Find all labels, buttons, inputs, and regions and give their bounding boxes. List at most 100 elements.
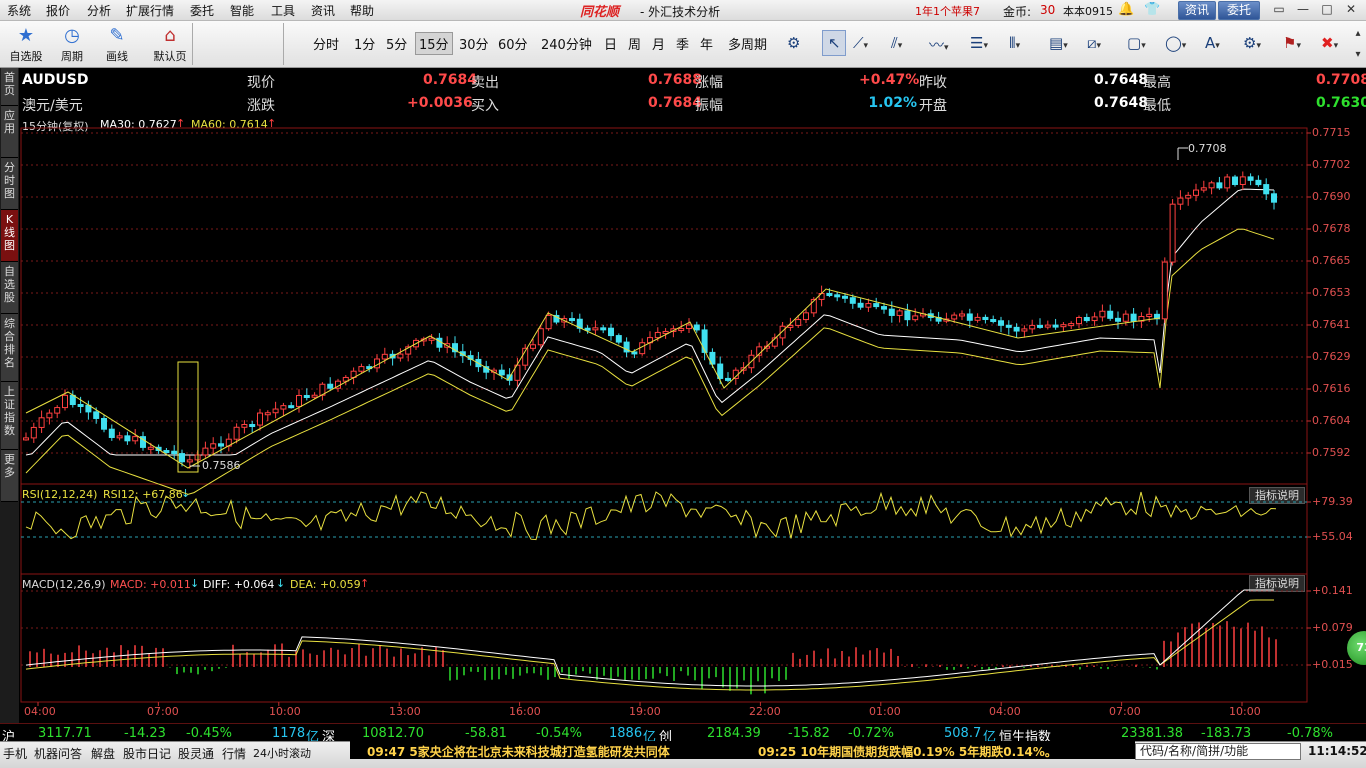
- candle-body: [569, 318, 575, 322]
- cy-index[interactable]: 2184.39: [707, 726, 761, 741]
- candle-body: [296, 394, 302, 407]
- candle-body: [1216, 182, 1223, 189]
- cy-amount: 508.7: [944, 726, 982, 741]
- candle-body: [1005, 324, 1012, 328]
- news-item[interactable]: 09:25 10年期国债期货跌幅0.19% 5年期跌0.14%。: [758, 743, 1057, 760]
- candle-body: [202, 447, 209, 456]
- candle-body: [608, 327, 614, 337]
- status-market[interactable]: 行情: [222, 745, 246, 762]
- news-item[interactable]: 09:47 5家央企将在北京未来科技城打造氢能研发共同体: [367, 743, 670, 760]
- news-scroller[interactable]: 09:47 5家央企将在北京未来科技城打造氢能研发共同体 09:25 10年期国…: [350, 741, 1135, 759]
- kline-chart[interactable]: [0, 0, 1366, 723]
- candle-body: [1122, 313, 1129, 322]
- candle-body: [600, 327, 607, 331]
- price-axis-tick: 0.7604: [1312, 414, 1351, 427]
- sh-change: -14.23: [124, 726, 166, 741]
- candle-body: [857, 302, 864, 308]
- sz-amount: 1886: [609, 726, 643, 741]
- search-input[interactable]: 代码/名称/简拼/功能: [1135, 743, 1301, 760]
- status-stock-link[interactable]: 股灵通: [178, 745, 214, 762]
- hs-index[interactable]: 23381.38: [1121, 726, 1183, 741]
- candle-body: [530, 344, 536, 349]
- status-24h-news[interactable]: 24小时滚动: [253, 745, 311, 761]
- candle-body: [779, 325, 786, 339]
- candle-body: [288, 405, 295, 409]
- candle-body: [1107, 310, 1114, 319]
- status-commentary[interactable]: 解盘: [91, 745, 115, 762]
- time-axis-tick: 04:00: [24, 705, 56, 718]
- candle-body: [38, 417, 45, 428]
- low-marker-label: 0.7586: [202, 459, 241, 472]
- time-axis-tick: 10:00: [1229, 705, 1261, 718]
- candle-body: [1021, 328, 1028, 332]
- time-axis-tick: 01:00: [869, 705, 901, 718]
- sz-pct: -0.54%: [536, 726, 582, 741]
- candle-body: [654, 331, 661, 339]
- candle-body: [842, 295, 848, 299]
- sz-index[interactable]: 10812.70: [362, 726, 424, 741]
- time-axis-tick: 07:00: [1109, 705, 1141, 718]
- macd-axis-tick: +0.015: [1312, 658, 1353, 671]
- candle-body: [241, 424, 248, 428]
- price-axis-tick: 0.7616: [1312, 382, 1351, 395]
- candle-body: [1099, 310, 1106, 318]
- candle-body: [974, 316, 981, 321]
- candle-body: [272, 408, 279, 414]
- sh-pct: -0.45%: [186, 726, 232, 741]
- candle-body: [982, 316, 989, 321]
- candle-body: [218, 443, 224, 447]
- candle-body: [77, 403, 84, 407]
- candle-body: [1029, 324, 1036, 330]
- candle-body: [1239, 176, 1246, 185]
- status-robot-qa[interactable]: 机器问答: [34, 745, 82, 762]
- candle-body: [545, 314, 552, 330]
- candle-body: [498, 369, 505, 376]
- candle-body: [951, 314, 958, 320]
- zigzag-line: [25, 288, 1161, 469]
- candle-body: [428, 337, 435, 341]
- candle-body: [888, 308, 895, 316]
- candle-body: [826, 293, 833, 297]
- candle-body: [686, 324, 692, 330]
- candle-body: [397, 353, 404, 359]
- price-axis-tick: 0.7715: [1312, 126, 1351, 139]
- time-axis-tick: 04:00: [989, 705, 1021, 718]
- sh-index[interactable]: 3117.71: [38, 726, 92, 741]
- candle-body: [834, 294, 841, 298]
- candle-body: [124, 435, 131, 442]
- time-axis-tick: 13:00: [389, 705, 421, 718]
- time-axis-tick: 19:00: [629, 705, 661, 718]
- candle-body: [896, 310, 903, 316]
- candle-body: [873, 303, 880, 308]
- candle-body: [311, 394, 318, 398]
- candle-body: [1060, 324, 1067, 328]
- candle-body: [327, 383, 334, 389]
- candle-body: [1208, 182, 1215, 189]
- status-mobile[interactable]: 手机: [3, 745, 27, 762]
- price-axis-tick: 0.7690: [1312, 190, 1351, 203]
- candle-body: [1177, 197, 1184, 205]
- price-axis-tick: 0.7665: [1312, 254, 1351, 267]
- rsi-axis-tick: +79.39: [1312, 495, 1353, 508]
- price-axis-tick: 0.7641: [1312, 318, 1351, 331]
- candle-body: [1146, 313, 1153, 318]
- candle-body: [584, 327, 591, 331]
- candle-body: [1263, 184, 1270, 195]
- kline-panel-frame: [20, 127, 1308, 485]
- status-diary[interactable]: 股市日记: [123, 745, 171, 762]
- candle-body: [30, 426, 37, 439]
- candle-body: [1068, 323, 1075, 327]
- candle-body: [381, 353, 388, 360]
- candle-body: [998, 320, 1004, 326]
- candle-body: [264, 412, 271, 416]
- candle-body: [1013, 326, 1020, 332]
- candle-body: [959, 313, 965, 317]
- rsi-axis-tick: +55.04: [1312, 530, 1353, 543]
- price-axis-tick: 0.7653: [1312, 286, 1351, 299]
- candle-body: [795, 319, 802, 326]
- candle-body: [803, 312, 809, 321]
- candle-body: [101, 417, 107, 430]
- candle-body: [1115, 317, 1121, 322]
- candle-body: [904, 310, 911, 321]
- candle-body: [249, 424, 256, 428]
